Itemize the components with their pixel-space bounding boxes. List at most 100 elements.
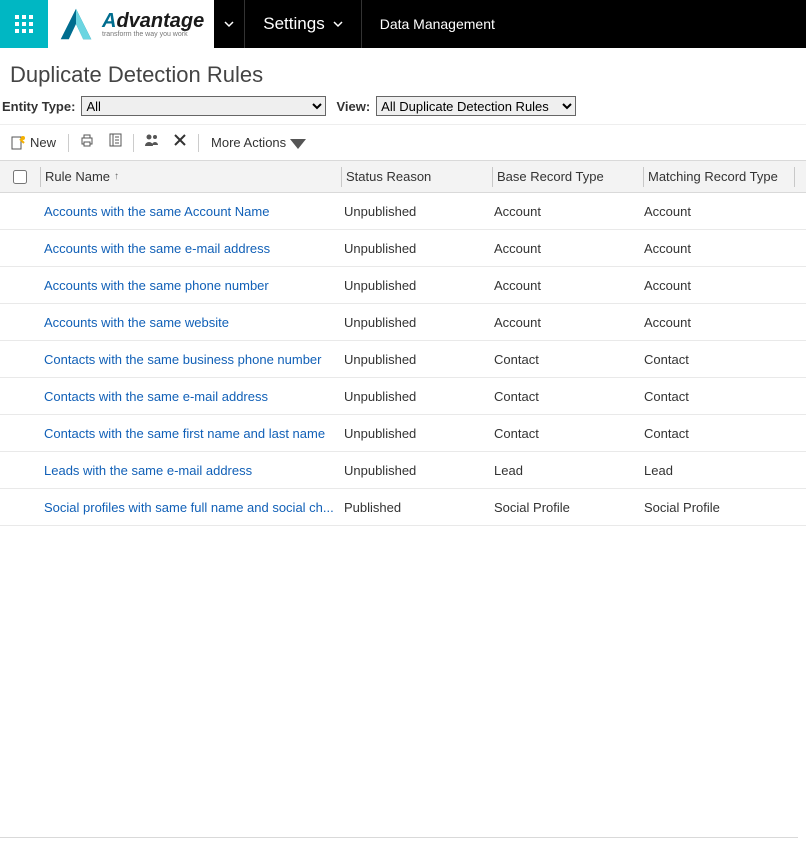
base-type-cell: Account — [490, 230, 640, 266]
rule-link[interactable]: Contacts with the same e-mail address — [44, 389, 268, 404]
view-select[interactable]: All Duplicate Detection Rules — [376, 96, 576, 116]
match-type-cell: Account — [640, 193, 790, 229]
rule-name-cell: Leads with the same e-mail address — [40, 452, 340, 488]
chevron-down-icon — [224, 19, 234, 29]
status-cell: Unpublished — [340, 452, 490, 488]
column-header-matching-type[interactable]: Matching Record Type — [644, 161, 794, 192]
people-icon — [144, 132, 160, 148]
row-check-cell — [0, 489, 40, 525]
status-cell: Unpublished — [340, 378, 490, 414]
row-check-cell — [0, 341, 40, 377]
column-header-rule-name[interactable]: Rule Name↑ — [41, 161, 341, 192]
match-type-cell: Account — [640, 304, 790, 340]
match-type-cell: Social Profile — [640, 489, 790, 525]
row-check-cell — [0, 230, 40, 266]
status-cell: Unpublished — [340, 267, 490, 303]
print-icon — [79, 132, 95, 148]
print-button[interactable] — [75, 129, 99, 156]
brand-logo[interactable]: Advantage transform the way you work — [48, 0, 214, 48]
base-type-cell: Account — [490, 193, 640, 229]
match-type-cell: Account — [640, 230, 790, 266]
row-check-cell — [0, 193, 40, 229]
base-type-cell: Contact — [490, 378, 640, 414]
nav-breadcrumb-label: Data Management — [380, 16, 495, 32]
app-launcher-button[interactable] — [0, 0, 48, 48]
row-check-cell — [0, 452, 40, 488]
nav-settings[interactable]: Settings — [245, 0, 360, 48]
grid-footer-border — [0, 837, 798, 838]
match-type-cell: Contact — [640, 415, 790, 451]
toolbar-divider — [68, 134, 69, 152]
new-button-label: New — [30, 135, 56, 150]
select-all-checkbox[interactable] — [13, 170, 27, 184]
rule-name-cell: Accounts with the same Account Name — [40, 193, 340, 229]
export-button[interactable] — [103, 129, 127, 156]
base-type-cell: Contact — [490, 415, 640, 451]
match-type-cell: Account — [640, 267, 790, 303]
status-cell: Published — [340, 489, 490, 525]
match-type-cell: Contact — [640, 378, 790, 414]
rule-link[interactable]: Social profiles with same full name and … — [44, 500, 334, 515]
table-row[interactable]: Accounts with the same phone number Unpub… — [0, 267, 806, 304]
view-label: View: — [336, 99, 370, 114]
match-type-cell: Lead — [640, 452, 790, 488]
waffle-icon — [14, 14, 34, 34]
rule-link[interactable]: Accounts with the same e-mail address — [44, 241, 270, 256]
assign-button[interactable] — [140, 129, 164, 156]
grid-body: Accounts with the same Account Name Unpub… — [0, 193, 806, 526]
rule-link[interactable]: Accounts with the same website — [44, 315, 229, 330]
status-cell: Unpublished — [340, 415, 490, 451]
rule-name-cell: Accounts with the same website — [40, 304, 340, 340]
rule-link[interactable]: Contacts with the same business phone nu… — [44, 352, 322, 367]
column-header-base-type[interactable]: Base Record Type — [493, 161, 643, 192]
sort-ascending-icon: ↑ — [114, 171, 119, 182]
status-cell: Unpublished — [340, 304, 490, 340]
grid-header: Rule Name↑ Status Reason Base Record Typ… — [0, 161, 806, 193]
table-row[interactable]: Leads with the same e-mail address Unpubl… — [0, 452, 806, 489]
new-icon — [10, 135, 26, 151]
export-icon — [107, 132, 123, 148]
page-header: Duplicate Detection Rules — [0, 48, 806, 96]
entity-type-label: Entity Type: — [2, 99, 75, 114]
rule-name-cell: Social profiles with same full name and … — [40, 489, 340, 525]
status-cell: Unpublished — [340, 341, 490, 377]
rule-link[interactable]: Accounts with the same Account Name — [44, 204, 269, 219]
rule-link[interactable]: Leads with the same e-mail address — [44, 463, 252, 478]
brand-dropdown[interactable] — [214, 0, 244, 48]
table-row[interactable]: Accounts with the same Account Name Unpub… — [0, 193, 806, 230]
table-row[interactable]: Contacts with the same first name and la… — [0, 415, 806, 452]
row-check-cell — [0, 378, 40, 414]
table-row[interactable]: Accounts with the same e-mail address Unp… — [0, 230, 806, 267]
row-check-cell — [0, 304, 40, 340]
match-type-cell: Contact — [640, 341, 790, 377]
entity-type-select[interactable]: All — [81, 96, 326, 116]
x-icon — [172, 132, 188, 148]
base-type-cell: Lead — [490, 452, 640, 488]
toolbar-divider — [133, 134, 134, 152]
status-cell: Unpublished — [340, 193, 490, 229]
status-cell: Unpublished — [340, 230, 490, 266]
rules-grid: Rule Name↑ Status Reason Base Record Typ… — [0, 160, 806, 526]
rule-link[interactable]: Contacts with the same first name and la… — [44, 426, 325, 441]
caret-down-icon — [290, 135, 306, 151]
column-header-status[interactable]: Status Reason — [342, 161, 492, 192]
toolbar-divider — [198, 134, 199, 152]
table-row[interactable]: Accounts with the same website Unpublishe… — [0, 304, 806, 341]
brand-logo-icon — [58, 6, 94, 42]
table-row[interactable]: Contacts with the same e-mail address Unp… — [0, 378, 806, 415]
table-row[interactable]: Contacts with the same business phone nu… — [0, 341, 806, 378]
table-row[interactable]: Social profiles with same full name and … — [0, 489, 806, 526]
more-actions-button[interactable]: More Actions — [205, 132, 312, 154]
rule-link[interactable]: Accounts with the same phone number — [44, 278, 269, 293]
rule-name-cell: Contacts with the same e-mail address — [40, 378, 340, 414]
toolbar: New More Actions — [0, 124, 806, 160]
nav-breadcrumb[interactable]: Data Management — [362, 0, 513, 48]
base-type-cell: Social Profile — [490, 489, 640, 525]
rule-name-cell: Contacts with the same business phone nu… — [40, 341, 340, 377]
base-type-cell: Account — [490, 304, 640, 340]
select-all-cell — [0, 161, 40, 192]
row-check-cell — [0, 415, 40, 451]
delete-button[interactable] — [168, 129, 192, 156]
page-title: Duplicate Detection Rules — [10, 62, 796, 88]
new-button[interactable]: New — [4, 132, 62, 154]
